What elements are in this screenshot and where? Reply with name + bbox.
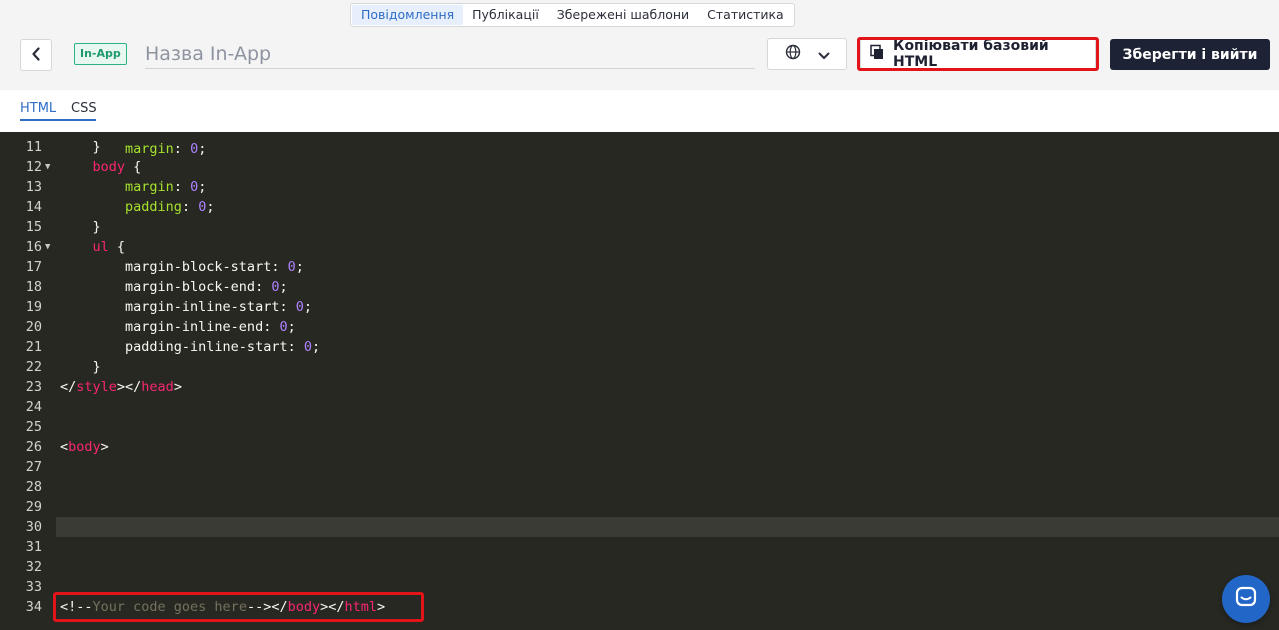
code-line: 34 <!--Your code goes here--></body></htm…: [0, 597, 1279, 617]
code-line: 12 ▼ body {: [0, 157, 1279, 177]
code-text: }: [60, 359, 101, 375]
code-line: 15 }: [0, 217, 1279, 237]
code-text: margin-inline-start: 0;: [60, 299, 312, 315]
chat-icon: [1234, 585, 1258, 613]
editor-tabs: HTML CSS: [0, 90, 1279, 132]
active-tab-underline: [20, 119, 96, 121]
line-number: 25: [25, 419, 42, 435]
line-number: 16: [25, 239, 42, 255]
globe-icon: [785, 44, 801, 64]
line-number: 32: [25, 559, 42, 575]
code-line: 30: [0, 517, 1279, 537]
code-text: body {: [92, 159, 142, 175]
line-number: 17: [25, 259, 42, 275]
line-number: 11: [25, 139, 42, 155]
chevron-left-icon: [31, 46, 41, 65]
code-text: margin: 0;: [125, 179, 207, 195]
line-number: 18: [25, 279, 42, 295]
line-number: 20: [25, 319, 42, 335]
line-number: 29: [25, 499, 42, 515]
code-editor[interactable]: margin: 0; 11 } 12 ▼ body {13 margin: 0; 14…: [0, 132, 1279, 630]
line-number: 30: [25, 519, 42, 535]
code-text: margin-block-start: 0;: [60, 259, 304, 275]
save-and-exit-button[interactable]: Зберегти і вийти: [1110, 39, 1270, 70]
copy-icon: [869, 44, 885, 64]
code-line: 32: [0, 557, 1279, 577]
code-line: 20 margin-inline-end: 0;: [0, 317, 1279, 337]
line-number: 33: [25, 579, 42, 595]
line-number: 26: [25, 439, 42, 455]
code-line: 26 <body>: [0, 437, 1279, 457]
back-button[interactable]: [20, 39, 52, 71]
code-line: 13 margin: 0;: [0, 177, 1279, 197]
line-number: 15: [25, 219, 42, 235]
code-line: 33: [0, 577, 1279, 597]
line-number: 23: [25, 379, 42, 395]
tab-statistics[interactable]: Статистика: [698, 5, 793, 25]
code-text: </style></head>: [60, 379, 182, 395]
code-line: 21 padding-inline-start: 0;: [0, 337, 1279, 357]
code-line: 25: [0, 417, 1279, 437]
code-line: 14 padding: 0;: [0, 197, 1279, 217]
code-text: margin-inline-end: 0;: [60, 319, 296, 335]
chevron-down-icon: [818, 45, 830, 64]
line-number: 21: [25, 339, 42, 355]
copy-button-label: Копіювати базовий HTML: [893, 38, 1049, 70]
code-line: 18 margin-block-end: 0;: [0, 277, 1279, 297]
code-line: 31: [0, 537, 1279, 557]
line-number: 19: [25, 299, 42, 315]
code-text: }: [60, 219, 101, 235]
fold-arrow-icon[interactable]: ▼: [45, 237, 50, 257]
code-line: 16 ▼ ul {: [0, 237, 1279, 257]
name-input[interactable]: [145, 40, 755, 69]
line-number: 27: [25, 459, 42, 475]
line-number: 28: [25, 479, 42, 495]
chat-button[interactable]: [1222, 575, 1270, 623]
tab-messages[interactable]: Повідомлення: [352, 5, 464, 25]
tab-html[interactable]: HTML: [20, 101, 56, 117]
code-text: }: [60, 139, 101, 155]
code-line: 22 }: [0, 357, 1279, 377]
tab-css[interactable]: CSS: [71, 101, 97, 117]
tab-publications[interactable]: Публікації: [463, 5, 548, 25]
tab-saved-templates[interactable]: Збережені шаблони: [548, 5, 698, 25]
code-line: 27: [0, 457, 1279, 477]
top-tabs: Повідомлення Публікації Збережені шаблон…: [350, 3, 795, 27]
line-number: 12: [25, 159, 42, 175]
code-line: 19 margin-inline-start: 0;: [0, 297, 1279, 317]
copy-base-html-button[interactable]: Копіювати базовий HTML: [860, 38, 1096, 70]
line-number: 22: [25, 359, 42, 375]
code-line: 24: [0, 397, 1279, 417]
code-line: 23 </style></head>: [0, 377, 1279, 397]
code-text: margin-block-end: 0;: [60, 279, 288, 295]
line-number: 13: [25, 179, 42, 195]
fold-arrow-icon[interactable]: ▼: [45, 157, 50, 177]
code-line: 17 margin-block-start: 0;: [0, 257, 1279, 277]
code-text: ul {: [92, 239, 126, 255]
line-number: 34: [25, 599, 42, 615]
code-text: padding-inline-start: 0;: [60, 339, 321, 355]
code-line: 11 }: [0, 137, 1279, 157]
line-number: 24: [25, 399, 42, 415]
code-text: <!--Your code goes here--></body></html>: [60, 599, 386, 615]
code-text: <body>: [60, 439, 109, 455]
language-dropdown[interactable]: [767, 38, 847, 70]
in-app-badge: In-App: [74, 43, 127, 65]
line-number: 31: [25, 539, 42, 555]
line-number: 14: [25, 199, 42, 215]
code-line: 28: [0, 477, 1279, 497]
code-line: 29: [0, 497, 1279, 517]
code-text: padding: 0;: [125, 199, 215, 215]
